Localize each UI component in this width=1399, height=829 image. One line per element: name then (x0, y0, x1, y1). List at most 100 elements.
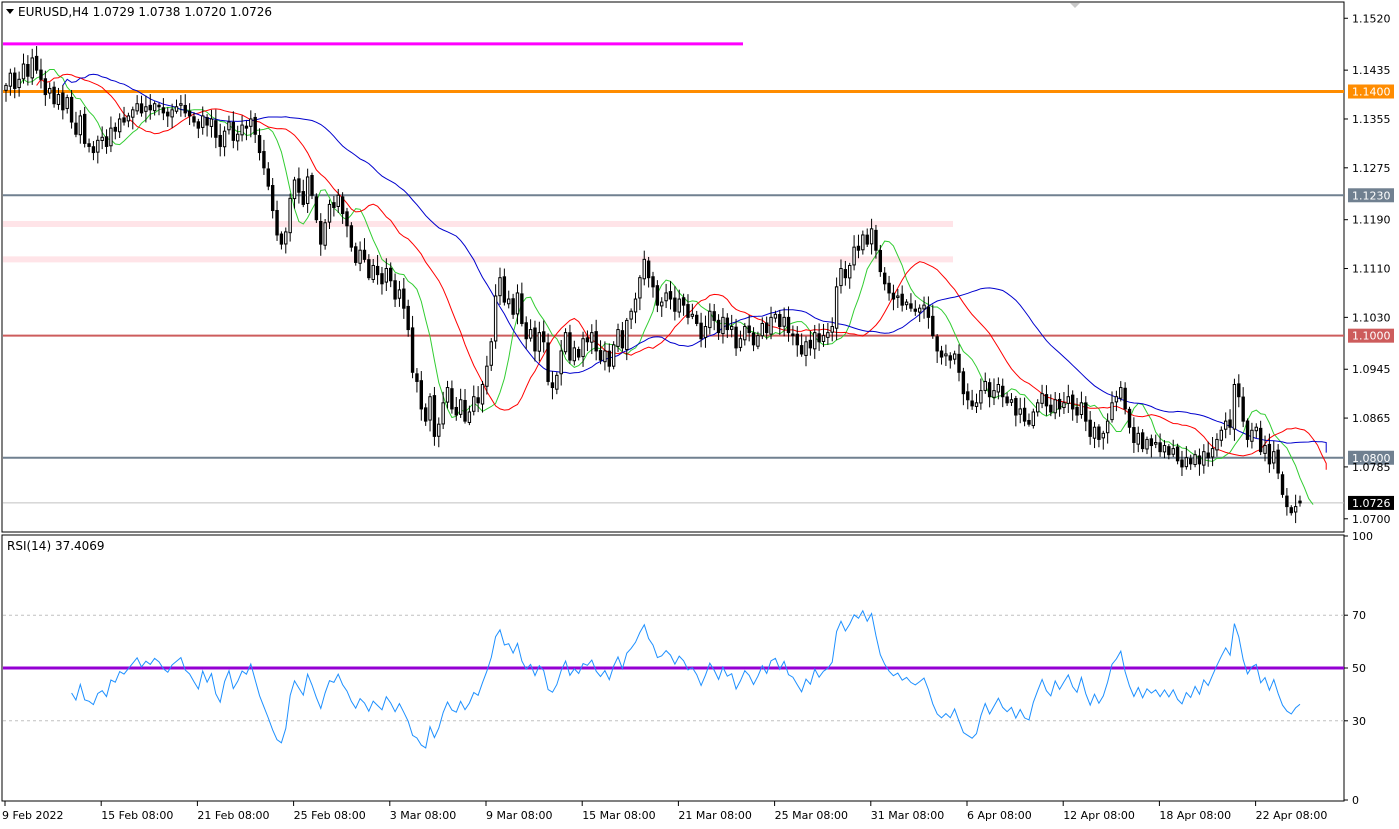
candle-body (1101, 432, 1105, 439)
candle-body (703, 326, 708, 338)
candle-body (878, 249, 883, 273)
candle-body (266, 168, 270, 187)
candle-body (1097, 426, 1101, 440)
time-tick-label: 15 Mar 08:00 (582, 809, 655, 822)
candle-body (423, 407, 428, 422)
candle-body (922, 304, 926, 310)
candle-body (756, 335, 760, 347)
candle-body (585, 337, 590, 343)
candle-body (909, 303, 913, 309)
candle-body (8, 72, 13, 87)
candle-body (1001, 385, 1005, 398)
candle-body (209, 118, 214, 127)
chart-canvas[interactable]: 1.14001.12301.10001.08001.0726 1.15201.1… (0, 0, 1399, 825)
candle-body (751, 332, 756, 346)
candle-body (402, 288, 406, 309)
candle-body (432, 395, 437, 437)
candle-body (555, 374, 559, 390)
candle-body (874, 229, 878, 251)
candle-body (646, 260, 651, 279)
candle-body (550, 382, 555, 389)
candle-body (865, 234, 869, 245)
price-tick-label: 1.0865 (1352, 412, 1391, 425)
candle (563, 328, 568, 355)
time-tick-label: 18 Apr 08:00 (1159, 809, 1231, 822)
candle-body (961, 371, 966, 395)
candle-body (349, 225, 354, 248)
candle-body (660, 301, 664, 307)
candle-body (375, 265, 380, 276)
candle-body (205, 117, 209, 126)
price-pane[interactable] (1, 1, 1345, 533)
candle-body (603, 350, 607, 363)
candle-body (1040, 393, 1044, 404)
candle-body (917, 307, 922, 313)
candle-body (524, 322, 528, 340)
candle-body (262, 151, 266, 169)
candle-body (904, 301, 909, 306)
candle-body (900, 293, 904, 306)
candle-body (1022, 407, 1027, 422)
candle-body (1018, 408, 1022, 415)
candle-body (743, 326, 747, 341)
rsi-tick-label: 0 (1352, 794, 1359, 807)
candle-body (332, 202, 336, 208)
candle-body (419, 380, 424, 410)
candle-body (117, 118, 122, 133)
candle-body (327, 203, 332, 223)
candle-body (301, 191, 305, 205)
rsi-tick-label: 70 (1352, 609, 1366, 622)
candle-body (297, 178, 301, 193)
level-label: 1.1400 (1352, 86, 1391, 99)
candle-body (572, 347, 577, 362)
candle-body (887, 282, 891, 294)
candle-body (183, 104, 187, 114)
candle-body (681, 297, 686, 306)
candle-body (537, 332, 542, 352)
candle-body (708, 310, 712, 329)
candle-body (638, 277, 642, 299)
candle-body (384, 268, 389, 283)
candle-body (533, 327, 537, 352)
candle-body (441, 402, 445, 425)
candle-body (1189, 458, 1193, 465)
candle-body (253, 116, 257, 135)
candle-body (677, 298, 681, 313)
candle-body (1276, 449, 1280, 474)
candle-body (187, 110, 192, 117)
candle-body (1219, 429, 1224, 441)
candle-body (1088, 419, 1092, 437)
candle-body (633, 298, 638, 313)
candle-body (1267, 443, 1272, 465)
price-tick-label: 1.1110 (1352, 263, 1391, 276)
candle-body (340, 196, 345, 215)
candle-body (69, 96, 74, 123)
candle-body (393, 280, 397, 300)
candle-body (13, 72, 17, 89)
candle (1280, 471, 1285, 498)
candle-body (179, 103, 183, 106)
candle-body (148, 104, 152, 111)
candle-body (480, 384, 485, 405)
candle-body (563, 332, 568, 353)
candle-body (227, 121, 231, 131)
price-tick-label: 1.1190 (1352, 214, 1391, 227)
candle-body (1162, 445, 1167, 453)
candle-body (668, 291, 673, 300)
candle-body (1289, 507, 1293, 514)
candle-body (616, 329, 620, 347)
candle-body (1180, 459, 1184, 468)
candle-body (1132, 427, 1136, 443)
candle (611, 341, 616, 370)
candle-body (161, 107, 166, 114)
candle-body (1193, 454, 1197, 465)
level-label: 1.1000 (1352, 330, 1391, 343)
candle-body (852, 246, 856, 266)
candle-body (450, 388, 454, 410)
candle-body (848, 264, 852, 279)
candle-body (196, 121, 201, 129)
candle-body (1263, 445, 1267, 454)
candle-body (104, 136, 109, 147)
candle-body (144, 106, 148, 112)
candle-body (1254, 426, 1258, 432)
